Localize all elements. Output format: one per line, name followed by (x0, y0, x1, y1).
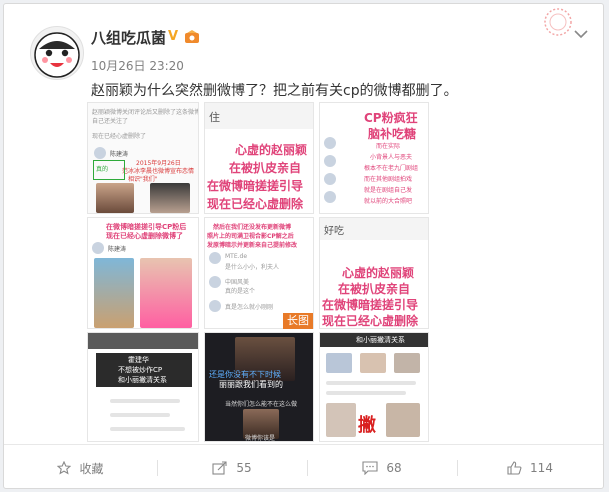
pink-text: 心虚的赵丽颖 (342, 266, 415, 280)
pink-text: 在微博暗搓搓引导 (207, 179, 304, 193)
weibo-post-card: 八组吃瓜菌 V 10月26日 23:20 赵丽颖为什么突然删微博了？把之前有关c… (3, 3, 604, 489)
red-text: 撇 (358, 415, 376, 436)
photo (150, 183, 190, 213)
post-image-2[interactable]: 住 心虚的赵丽颖 在被扒皮亲自 在微博暗搓搓引导 现在已经心虚删除 (204, 102, 314, 214)
post-image-7[interactable]: 霍建华 不想被炒作CP 和小丽撇清关系 (87, 332, 199, 442)
post-image-1[interactable]: 赵丽颖微博关闭评论后又删除了这条微博 自己还关注了 现在已经心虚删除了 陈建涛 … (87, 102, 199, 214)
text-line (110, 399, 180, 403)
pink-text: 发原博暗示并更新来自己提前修改 (207, 242, 298, 249)
image-text: 自己还关注了 (92, 118, 129, 125)
repost-icon (212, 461, 227, 475)
small-text: 就以前的大合照吧 (364, 198, 413, 205)
photo (96, 183, 134, 213)
pink-text: 在微博暗搓搓引导 (322, 298, 419, 312)
comment-text: 真是怎么就小刚刚 (225, 304, 274, 311)
like-count: 114 (530, 461, 553, 475)
photo (326, 403, 356, 437)
photo (386, 403, 420, 437)
verified-v-badge: V (168, 29, 179, 44)
small-text: 根本不在老九门剧组 (364, 165, 419, 172)
like-button[interactable]: 114 (457, 445, 603, 491)
comment-text: MTE.de (225, 253, 248, 260)
comment-text: 真的是这个 (225, 288, 256, 295)
pink-text: 现在已经心虚删除微博了 (106, 232, 183, 240)
repost-count: 55 (236, 461, 252, 475)
post-image-6[interactable]: 好吃 心虚的赵丽颖 在被扒皮亲自 在微博暗搓搓引导 现在已经心虚删除 (319, 217, 429, 329)
caption-text: 微博你该是 (245, 435, 276, 442)
post-text: 赵丽颖为什么突然删微博了？把之前有关cp的微博都删了。 (91, 83, 458, 99)
pink-text: 心虚的赵丽颖 (235, 143, 308, 157)
user-avatar (324, 191, 336, 203)
post-action-bar: 收藏 55 68 114 (4, 444, 603, 491)
image-dark-band (88, 333, 198, 349)
photo (94, 258, 134, 328)
small-text: 而在实际 (376, 143, 401, 150)
post-timestamp[interactable]: 10月26日 23:20 (91, 57, 184, 74)
pink-text: 照片上的司满卫视合影CP解之后 (207, 233, 294, 240)
small-text: 就是在剧组自己发 (364, 187, 413, 194)
text-line (110, 413, 170, 417)
image-header-text: 住 (209, 111, 220, 124)
image-text: 赵丽颖微博关闭评论后又删除了这条微博 (92, 109, 199, 116)
user-avatar (92, 242, 104, 254)
banner-text: 不想被炒作CP (118, 366, 163, 374)
user-avatar (324, 173, 336, 185)
user-avatar (209, 300, 221, 312)
photo (140, 258, 192, 328)
watermelon-face-icon (34, 32, 80, 78)
comment-text: 中国风美 (225, 279, 250, 286)
text-line (326, 381, 416, 385)
long-image-label: 长图 (283, 313, 313, 329)
post-image-4[interactable]: 在微博暗搓搓引导CP粉后 现在已经心虚删除微博了 陈建涛 (87, 217, 199, 329)
pink-text: 在被扒皮亲自 (229, 161, 302, 175)
text-line (326, 391, 406, 395)
user-avatar (324, 137, 336, 149)
favorite-label: 收藏 (79, 461, 104, 476)
small-text: 而在其他剧组拍戏 (364, 176, 413, 183)
thumbs-up-icon (507, 461, 522, 475)
banner-text: 霍建华 (128, 356, 149, 364)
post-image-3[interactable]: CP粉疯狂 脑补吃糖 而在实际 小背景人与恶夫 根本不在老九门剧组 而在其他剧组… (319, 102, 429, 214)
favorite-button[interactable]: 收藏 (4, 445, 157, 491)
pink-text: 现在已经心虚删除 (207, 197, 304, 211)
image-header-bar (205, 103, 313, 129)
pink-text: 然后在我们还没发布更新微博 (213, 224, 292, 231)
star-icon (57, 461, 72, 475)
image-header-text: 好吃 (324, 226, 344, 237)
pink-text: 现在已经心虚删除 (322, 314, 419, 328)
user-avatar (94, 147, 106, 159)
photo (394, 353, 420, 373)
banner-text: 和小丽撇清关系 (356, 336, 405, 344)
comment-icon (362, 461, 378, 475)
post-image-8[interactable]: 还是你没有不下时候 丽丽跟我们看到的 当然你们怎么能不在这么做 微博你该是 (204, 332, 314, 442)
text-line (110, 427, 185, 431)
stamp-watermark-icon (544, 8, 572, 36)
image-text: 现在已经心虚删除了 (92, 133, 147, 140)
photo (360, 353, 386, 373)
photo (326, 353, 352, 373)
pink-text: CP粉疯狂 (364, 111, 418, 125)
comment-count: 68 (386, 461, 402, 475)
repost-button[interactable]: 55 (157, 445, 307, 491)
comment-text: 是什么小小，利夫人 (225, 264, 280, 271)
caption-text: 当然你们怎么能不在这么做 (225, 401, 298, 408)
comment-button[interactable]: 68 (307, 445, 457, 491)
overlay-text: 丽丽跟我们看到的 (219, 380, 283, 389)
pink-text: 脑补吃糖 (368, 127, 417, 141)
chevron-down-icon[interactable] (573, 28, 589, 40)
user-avatar (324, 155, 336, 167)
avatar[interactable] (30, 26, 84, 80)
user-avatar (209, 252, 221, 264)
pink-text: 在被扒皮亲自 (338, 282, 411, 296)
box-label: 真的 (96, 166, 109, 173)
username[interactable]: 八组吃瓜菌 (91, 27, 166, 48)
caption-text: 相识"我们" (128, 176, 158, 183)
small-text: 小背景人与恶夫 (370, 154, 413, 161)
member-medal-icon (185, 30, 199, 43)
user-avatar (209, 276, 221, 288)
user-name: 陈建涛 (110, 151, 129, 158)
post-image-9[interactable]: 和小丽撇清关系 撇 (319, 332, 429, 442)
banner-text: 和小丽撇清关系 (118, 376, 167, 384)
user-name: 陈建涛 (108, 246, 127, 253)
